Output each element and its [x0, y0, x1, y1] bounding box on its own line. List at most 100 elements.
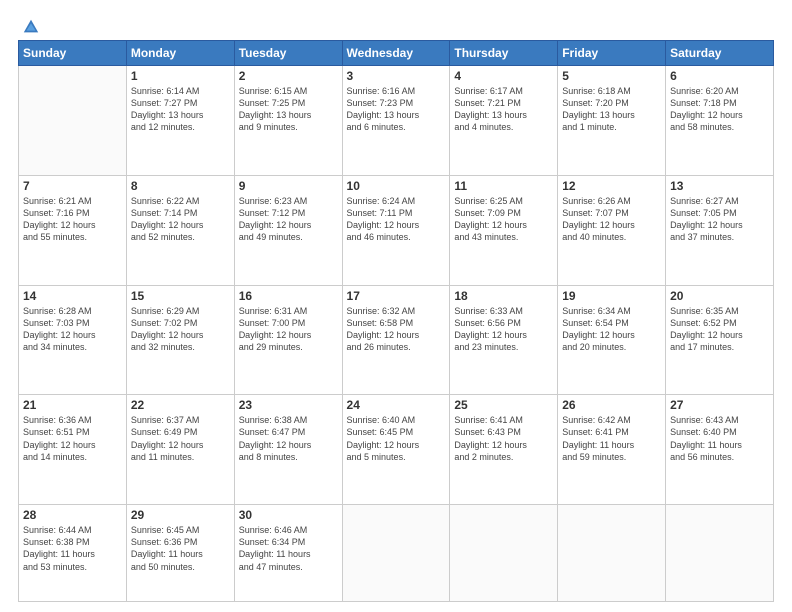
calendar-table: SundayMondayTuesdayWednesdayThursdayFrid… [18, 40, 774, 602]
day-info: Sunrise: 6:23 AM Sunset: 7:12 PM Dayligh… [239, 195, 338, 244]
calendar-cell: 12Sunrise: 6:26 AM Sunset: 7:07 PM Dayli… [558, 175, 666, 285]
logo-text [18, 18, 40, 36]
day-info: Sunrise: 6:18 AM Sunset: 7:20 PM Dayligh… [562, 85, 661, 134]
calendar-header-wednesday: Wednesday [342, 41, 450, 66]
day-info: Sunrise: 6:46 AM Sunset: 6:34 PM Dayligh… [239, 524, 338, 573]
day-number: 28 [23, 508, 122, 522]
day-info: Sunrise: 6:17 AM Sunset: 7:21 PM Dayligh… [454, 85, 553, 134]
day-info: Sunrise: 6:14 AM Sunset: 7:27 PM Dayligh… [131, 85, 230, 134]
calendar-cell [342, 505, 450, 602]
calendar-cell: 14Sunrise: 6:28 AM Sunset: 7:03 PM Dayli… [19, 285, 127, 395]
day-number: 15 [131, 289, 230, 303]
logo-icon [22, 18, 40, 36]
calendar-week-1: 1 Sunrise: 6:14 AM Sunset: 7:27 PM Daylig… [19, 66, 774, 176]
calendar-week-2: 7Sunrise: 6:21 AM Sunset: 7:16 PM Daylig… [19, 175, 774, 285]
day-number: 10 [347, 179, 446, 193]
day-number: 27 [670, 398, 769, 412]
calendar-cell: 19Sunrise: 6:34 AM Sunset: 6:54 PM Dayli… [558, 285, 666, 395]
calendar-week-4: 21 Sunrise: 6:36 AM Sunset: 6:51 PM Dayli… [19, 395, 774, 505]
header [18, 18, 774, 32]
calendar-cell: 9 Sunrise: 6:23 AM Sunset: 7:12 PM Daylig… [234, 175, 342, 285]
calendar-header-monday: Monday [126, 41, 234, 66]
day-info: Sunrise: 6:15 AM Sunset: 7:25 PM Dayligh… [239, 85, 338, 134]
day-number: 24 [347, 398, 446, 412]
calendar-cell: 27Sunrise: 6:43 AM Sunset: 6:40 PM Dayli… [666, 395, 774, 505]
day-number: 17 [347, 289, 446, 303]
calendar-cell: 21 Sunrise: 6:36 AM Sunset: 6:51 PM Dayli… [19, 395, 127, 505]
calendar-cell: 3 Sunrise: 6:16 AM Sunset: 7:23 PM Daylig… [342, 66, 450, 176]
calendar-header-row: SundayMondayTuesdayWednesdayThursdayFrid… [19, 41, 774, 66]
day-number: 26 [562, 398, 661, 412]
day-number: 21 [23, 398, 122, 412]
day-info: Sunrise: 6:32 AM Sunset: 6:58 PM Dayligh… [347, 305, 446, 354]
calendar-cell: 28 Sunrise: 6:44 AM Sunset: 6:38 PM Dayli… [19, 505, 127, 602]
day-info: Sunrise: 6:37 AM Sunset: 6:49 PM Dayligh… [131, 414, 230, 463]
day-info: Sunrise: 6:33 AM Sunset: 6:56 PM Dayligh… [454, 305, 553, 354]
calendar-cell: 6 Sunrise: 6:20 AM Sunset: 7:18 PM Daylig… [666, 66, 774, 176]
day-info: Sunrise: 6:24 AM Sunset: 7:11 PM Dayligh… [347, 195, 446, 244]
calendar-cell: 20 Sunrise: 6:35 AM Sunset: 6:52 PM Dayli… [666, 285, 774, 395]
page: SundayMondayTuesdayWednesdayThursdayFrid… [0, 0, 792, 612]
day-number: 16 [239, 289, 338, 303]
day-info: Sunrise: 6:25 AM Sunset: 7:09 PM Dayligh… [454, 195, 553, 244]
calendar-cell: 23 Sunrise: 6:38 AM Sunset: 6:47 PM Dayli… [234, 395, 342, 505]
day-number: 8 [131, 179, 230, 193]
day-number: 12 [562, 179, 661, 193]
calendar-header-saturday: Saturday [666, 41, 774, 66]
day-number: 4 [454, 69, 553, 83]
day-info: Sunrise: 6:42 AM Sunset: 6:41 PM Dayligh… [562, 414, 661, 463]
day-info: Sunrise: 6:36 AM Sunset: 6:51 PM Dayligh… [23, 414, 122, 463]
day-info: Sunrise: 6:45 AM Sunset: 6:36 PM Dayligh… [131, 524, 230, 573]
calendar-cell: 17 Sunrise: 6:32 AM Sunset: 6:58 PM Dayli… [342, 285, 450, 395]
day-info: Sunrise: 6:35 AM Sunset: 6:52 PM Dayligh… [670, 305, 769, 354]
calendar-cell: 30 Sunrise: 6:46 AM Sunset: 6:34 PM Dayli… [234, 505, 342, 602]
calendar-week-3: 14Sunrise: 6:28 AM Sunset: 7:03 PM Dayli… [19, 285, 774, 395]
day-number: 2 [239, 69, 338, 83]
day-info: Sunrise: 6:44 AM Sunset: 6:38 PM Dayligh… [23, 524, 122, 573]
day-info: Sunrise: 6:20 AM Sunset: 7:18 PM Dayligh… [670, 85, 769, 134]
calendar-header-friday: Friday [558, 41, 666, 66]
calendar-cell: 16 Sunrise: 6:31 AM Sunset: 7:00 PM Dayli… [234, 285, 342, 395]
day-number: 11 [454, 179, 553, 193]
calendar-cell: 10 Sunrise: 6:24 AM Sunset: 7:11 PM Dayli… [342, 175, 450, 285]
calendar-cell: 15 Sunrise: 6:29 AM Sunset: 7:02 PM Dayli… [126, 285, 234, 395]
calendar-week-5: 28 Sunrise: 6:44 AM Sunset: 6:38 PM Dayli… [19, 505, 774, 602]
calendar-cell: 1 Sunrise: 6:14 AM Sunset: 7:27 PM Daylig… [126, 66, 234, 176]
day-number: 6 [670, 69, 769, 83]
day-number: 23 [239, 398, 338, 412]
day-number: 25 [454, 398, 553, 412]
day-info: Sunrise: 6:22 AM Sunset: 7:14 PM Dayligh… [131, 195, 230, 244]
calendar-cell: 8 Sunrise: 6:22 AM Sunset: 7:14 PM Daylig… [126, 175, 234, 285]
calendar-cell: 29 Sunrise: 6:45 AM Sunset: 6:36 PM Dayli… [126, 505, 234, 602]
day-number: 1 [131, 69, 230, 83]
calendar-cell: 5 Sunrise: 6:18 AM Sunset: 7:20 PM Daylig… [558, 66, 666, 176]
calendar-cell: 22Sunrise: 6:37 AM Sunset: 6:49 PM Dayli… [126, 395, 234, 505]
calendar-cell: 25 Sunrise: 6:41 AM Sunset: 6:43 PM Dayli… [450, 395, 558, 505]
day-number: 5 [562, 69, 661, 83]
day-number: 30 [239, 508, 338, 522]
day-info: Sunrise: 6:31 AM Sunset: 7:00 PM Dayligh… [239, 305, 338, 354]
day-number: 18 [454, 289, 553, 303]
calendar-header-sunday: Sunday [19, 41, 127, 66]
day-info: Sunrise: 6:27 AM Sunset: 7:05 PM Dayligh… [670, 195, 769, 244]
calendar-cell: 2 Sunrise: 6:15 AM Sunset: 7:25 PM Daylig… [234, 66, 342, 176]
calendar-header-thursday: Thursday [450, 41, 558, 66]
day-info: Sunrise: 6:38 AM Sunset: 6:47 PM Dayligh… [239, 414, 338, 463]
day-info: Sunrise: 6:29 AM Sunset: 7:02 PM Dayligh… [131, 305, 230, 354]
day-number: 20 [670, 289, 769, 303]
calendar-cell: 7Sunrise: 6:21 AM Sunset: 7:16 PM Daylig… [19, 175, 127, 285]
calendar-header-tuesday: Tuesday [234, 41, 342, 66]
calendar-cell: 4 Sunrise: 6:17 AM Sunset: 7:21 PM Daylig… [450, 66, 558, 176]
calendar-cell [450, 505, 558, 602]
day-info: Sunrise: 6:16 AM Sunset: 7:23 PM Dayligh… [347, 85, 446, 134]
day-number: 29 [131, 508, 230, 522]
day-number: 9 [239, 179, 338, 193]
day-number: 7 [23, 179, 122, 193]
calendar-cell: 11 Sunrise: 6:25 AM Sunset: 7:09 PM Dayli… [450, 175, 558, 285]
logo [18, 18, 40, 32]
day-number: 3 [347, 69, 446, 83]
day-number: 19 [562, 289, 661, 303]
day-info: Sunrise: 6:41 AM Sunset: 6:43 PM Dayligh… [454, 414, 553, 463]
day-info: Sunrise: 6:40 AM Sunset: 6:45 PM Dayligh… [347, 414, 446, 463]
calendar-cell [19, 66, 127, 176]
